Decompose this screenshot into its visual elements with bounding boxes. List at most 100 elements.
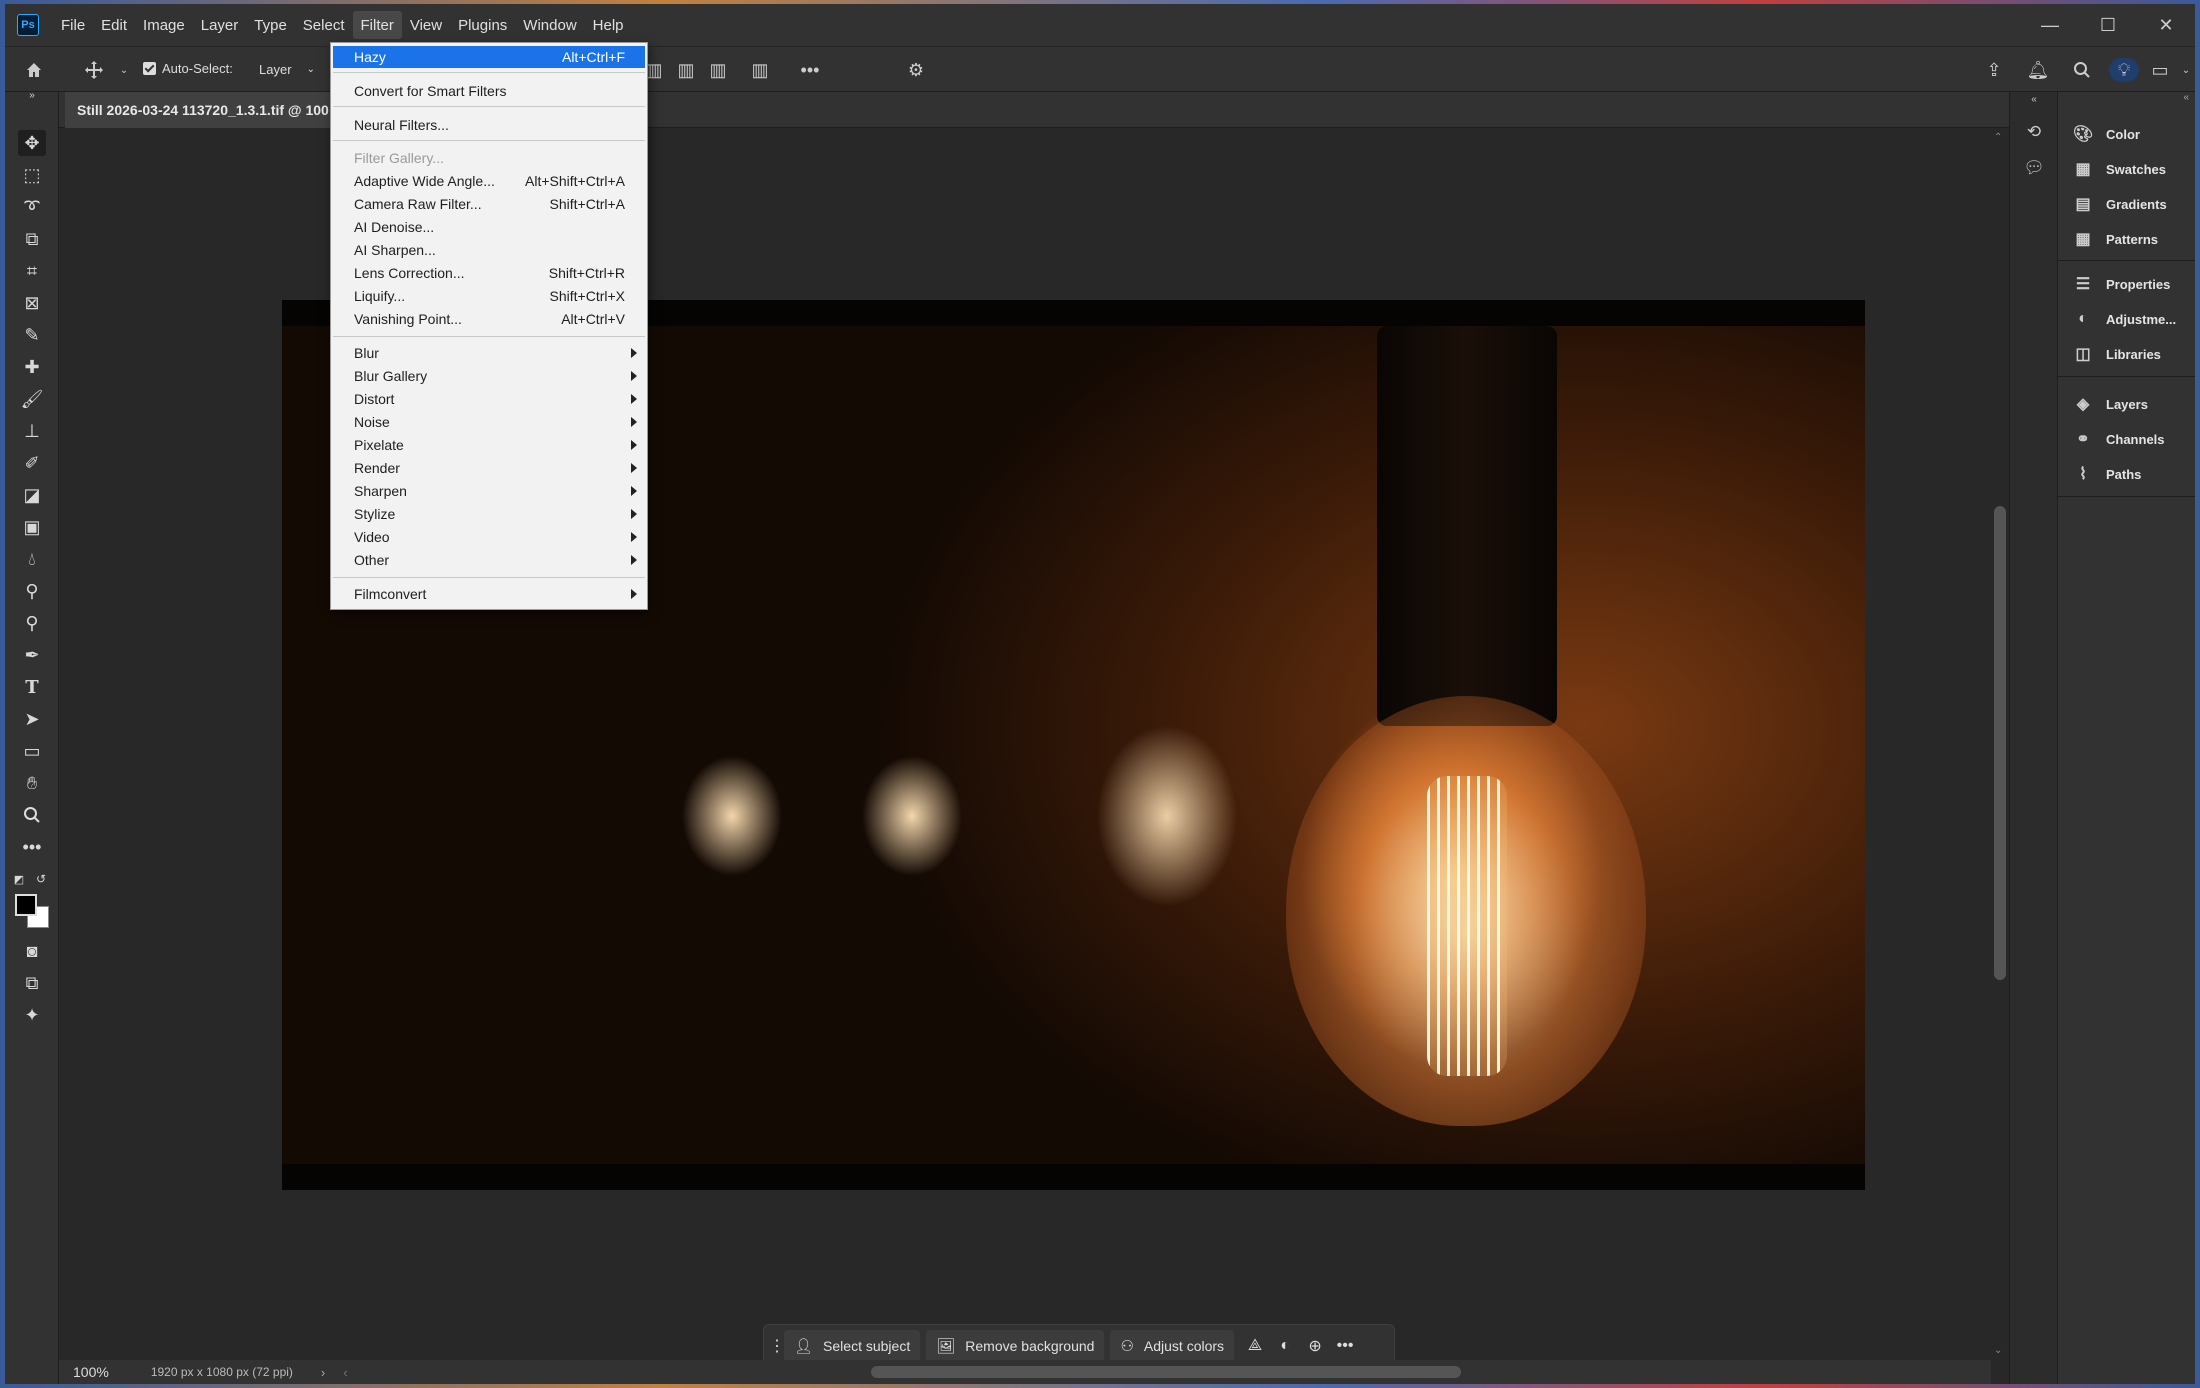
pen-tool[interactable]: ✒: [18, 642, 46, 668]
close-button[interactable]: ✕: [2137, 4, 2195, 46]
filter-menu-item-filmconvert[interactable]: Filmconvert: [333, 583, 645, 605]
dodge-tool[interactable]: ⚲: [18, 578, 46, 604]
share-icon[interactable]: ⇪: [1981, 58, 2007, 82]
select-subject-button[interactable]: 👤︎ Select subject: [784, 1330, 921, 1362]
vertical-scroll-thumb[interactable]: [1994, 506, 2006, 980]
eraser-tool[interactable]: ◪: [18, 482, 46, 508]
menu-window[interactable]: Window: [515, 11, 584, 39]
swap-colors-icon[interactable]: ↺: [33, 866, 49, 892]
gear-icon[interactable]: ⚙: [903, 58, 929, 82]
collapse-icon[interactable]: «: [2183, 92, 2189, 103]
chevron-down-icon[interactable]: ⌄: [111, 58, 137, 82]
panel-adjustments[interactable]: ◐ Adjustme...: [2072, 307, 2176, 331]
minimize-button[interactable]: —: [2021, 4, 2079, 46]
zoom-tool[interactable]: [18, 802, 46, 828]
menu-layer[interactable]: Layer: [193, 11, 247, 39]
brush-tool[interactable]: 🖌︎: [18, 386, 46, 412]
workspace-icon[interactable]: ▭: [2147, 58, 2173, 82]
hand-tool[interactable]: ✋︎: [18, 770, 46, 796]
filter-menu-item-stylize[interactable]: Stylize: [333, 503, 645, 525]
filter-menu-item-blur[interactable]: Blur: [333, 342, 645, 364]
auto-select-target-dropdown[interactable]: Layer ⌄: [247, 59, 319, 81]
more-tools-icon[interactable]: •••: [18, 834, 46, 860]
document-info[interactable]: 1920 px x 1080 px (72 ppi): [151, 1365, 293, 1379]
bell-icon[interactable]: 🔔︎: [2025, 58, 2051, 82]
menu-image[interactable]: Image: [135, 11, 193, 39]
default-colors-icon[interactable]: ◩: [11, 866, 27, 892]
scroll-up-icon[interactable]: ⌃: [1994, 132, 2002, 143]
horizontal-scroll-thumb[interactable]: [871, 1366, 1461, 1378]
menu-edit[interactable]: Edit: [93, 11, 135, 39]
sponge-tool[interactable]: ⚲: [18, 610, 46, 636]
discover-lightbulb-icon[interactable]: 💡︎: [2109, 58, 2139, 82]
menu-select[interactable]: Select: [295, 11, 353, 39]
filter-menu-item-blur-gallery[interactable]: Blur Gallery: [333, 365, 645, 387]
menu-help[interactable]: Help: [585, 11, 632, 39]
filter-menu-item-lens-correction[interactable]: Lens Correction... Shift+Ctrl+R: [333, 262, 645, 284]
object-selection-tool[interactable]: ⧉: [18, 226, 46, 252]
panel-libraries[interactable]: ◫ Libraries: [2072, 342, 2160, 366]
maximize-button[interactable]: ☐: [2079, 4, 2137, 46]
menu-type[interactable]: Type: [246, 11, 295, 39]
panel-patterns[interactable]: ▦ Patterns: [2072, 227, 2158, 251]
collapse-icon[interactable]: »: [18, 88, 46, 102]
panel-channels[interactable]: ⚭ Channels: [2072, 427, 2164, 451]
crop-tool[interactable]: ⌗: [18, 258, 46, 284]
panel-properties[interactable]: ☰ Properties: [2072, 272, 2170, 296]
frame-tool[interactable]: ⊠: [18, 290, 46, 316]
filter-menu-item-vanishing-point[interactable]: Vanishing Point... Alt+Ctrl+V: [333, 308, 645, 330]
generative-layer-icon[interactable]: ⊕: [1300, 1330, 1330, 1362]
menu-view[interactable]: View: [402, 11, 450, 39]
generative-icon[interactable]: ✦: [18, 1002, 46, 1028]
scroll-left-icon[interactable]: ‹: [343, 1365, 347, 1380]
remove-background-button[interactable]: 🖼︎ Remove background: [926, 1330, 1105, 1362]
align-vcenter-icon[interactable]: ▥: [673, 58, 699, 82]
move-tool[interactable]: ✥: [18, 130, 46, 156]
menu-filter[interactable]: Filter: [352, 11, 402, 39]
more-options-icon[interactable]: •••: [1330, 1330, 1360, 1362]
filter-menu-item-video[interactable]: Video: [333, 526, 645, 548]
history-brush-tool[interactable]: ✐: [18, 450, 46, 476]
drag-handle-icon[interactable]: ⋮: [769, 1330, 785, 1362]
history-icon[interactable]: ⟲: [2022, 120, 2046, 144]
chevron-down-icon[interactable]: ⌄: [2173, 58, 2195, 82]
collapse-icon[interactable]: «: [2022, 92, 2046, 106]
auto-select[interactable]: Auto-Select:: [143, 61, 233, 76]
blur-tool[interactable]: 💧︎: [18, 546, 46, 572]
home-icon[interactable]: [21, 58, 47, 82]
scroll-down-icon[interactable]: ⌄: [1994, 1345, 2002, 1356]
adjustment-circle-icon[interactable]: ◐: [1270, 1330, 1300, 1362]
panel-gradients[interactable]: ▤ Gradients: [2072, 192, 2166, 216]
more-options-icon[interactable]: •••: [797, 58, 823, 82]
filter-menu-item-adaptive-wide-angle[interactable]: Adaptive Wide Angle... Alt+Shift+Ctrl+A: [333, 170, 645, 192]
auto-select-checkbox[interactable]: [143, 62, 156, 75]
lasso-tool[interactable]: ➰︎: [18, 194, 46, 220]
filter-menu-item-liquify[interactable]: Liquify... Shift+Ctrl+X: [333, 285, 645, 307]
filter-menu-item-pixelate[interactable]: Pixelate: [333, 434, 645, 456]
filter-menu-item-noise[interactable]: Noise: [333, 411, 645, 433]
adjust-colors-button[interactable]: ⚇ Adjust colors: [1110, 1330, 1235, 1362]
screen-mode-icon[interactable]: ⧉: [18, 970, 46, 996]
filter-menu-item-hazy[interactable]: Hazy Alt+Ctrl+F: [333, 46, 645, 68]
filter-menu-item-ai-sharpen[interactable]: AI Sharpen...: [333, 239, 645, 261]
quick-mask-icon[interactable]: ◙: [18, 938, 46, 964]
filter-menu-item-neural-filters[interactable]: Neural Filters...: [333, 114, 645, 136]
panel-swatches[interactable]: ▦ Swatches: [2072, 157, 2166, 181]
filter-menu-item-sharpen[interactable]: Sharpen: [333, 480, 645, 502]
transform-icon[interactable]: ⟁: [1240, 1330, 1270, 1362]
eyedropper-tool[interactable]: ✎: [18, 322, 46, 348]
filter-menu-item-distort[interactable]: Distort: [333, 388, 645, 410]
type-tool[interactable]: T: [18, 674, 46, 700]
marquee-tool[interactable]: ⬚: [18, 162, 46, 188]
distribute-icon[interactable]: ▥: [747, 58, 773, 82]
filter-menu-item-camera-raw[interactable]: Camera Raw Filter... Shift+Ctrl+A: [333, 193, 645, 215]
zoom-level[interactable]: 100%: [73, 1364, 109, 1380]
menu-file[interactable]: File: [53, 11, 93, 39]
filter-menu-item-convert-smart-filters[interactable]: Convert for Smart Filters: [333, 80, 645, 102]
menu-plugins[interactable]: Plugins: [450, 11, 515, 39]
comment-icon[interactable]: 💬︎: [2022, 156, 2046, 180]
status-menu-arrow-icon[interactable]: ›: [321, 1365, 325, 1380]
path-selection-tool[interactable]: ➤: [18, 706, 46, 732]
filter-menu-item-render[interactable]: Render: [333, 457, 645, 479]
search-icon[interactable]: [2069, 58, 2095, 82]
